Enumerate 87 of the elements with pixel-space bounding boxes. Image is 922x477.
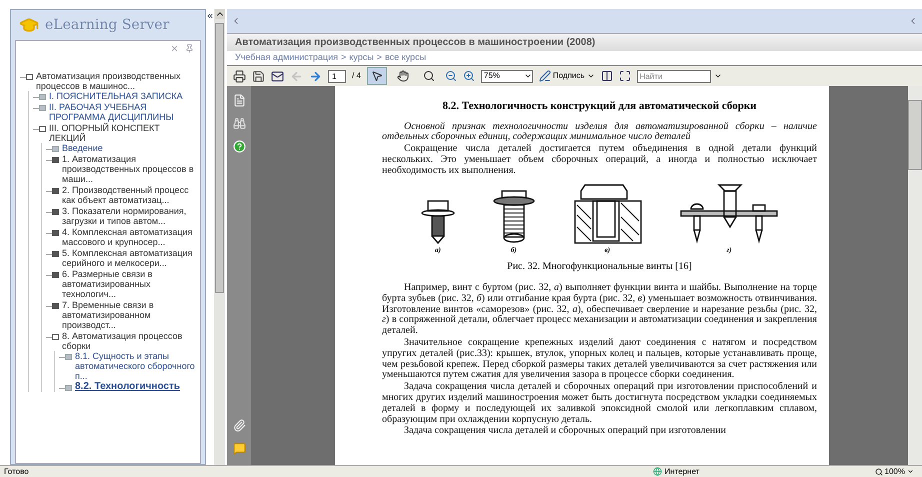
- hand-icon: [396, 70, 409, 82]
- tree-line: [59, 357, 65, 358]
- magnifier-icon: [874, 468, 883, 476]
- document-paragraph: Сокращение числа деталей достигается путем объединения в одной детали функций нескольких. Это уменьшает объем сборочных операций, а иногда и полностью исключает необходимость их выполнения.: [382, 144, 817, 176]
- tree-item[interactable]: 2. Производственный процесс как объект автоматизац...: [62, 185, 198, 205]
- tree-line: [46, 212, 52, 213]
- scrollbar-thumb[interactable]: [215, 23, 224, 293]
- collapse-panel-icon[interactable]: [206, 12, 214, 20]
- course-title: Автоматизация производственных процессов в машиностроении (2008): [235, 36, 596, 50]
- dropdown-caret-icon[interactable]: [714, 72, 722, 80]
- breadcrumb-link[interactable]: все курсы: [384, 51, 426, 65]
- comments-icon[interactable]: [232, 442, 246, 455]
- security-zone: Интернет: [664, 466, 700, 477]
- breadcrumb-separator: >: [376, 51, 382, 64]
- tree-item[interactable]: Автоматизация производственных процессов в машинос...: [36, 71, 198, 91]
- tree-line: [20, 77, 26, 78]
- tree-line: [46, 275, 52, 276]
- figure-caption: Рис. 32. Многофункциональные винты [16]: [506, 260, 693, 274]
- pin-icon[interactable]: [185, 44, 194, 53]
- tree-line: [46, 306, 52, 307]
- tree-item[interactable]: 1. Автоматизация производственных процессов в маши...: [62, 154, 198, 184]
- pages-icon[interactable]: [232, 94, 246, 107]
- forward-arrow-icon[interactable]: [309, 70, 322, 82]
- document-paragraph: Задача сокращения числа деталей и сборочных операций при изготовлении: [403, 426, 727, 438]
- tree-item[interactable]: 4. Комплексная автоматизация массового и крупносер...: [62, 227, 198, 247]
- scroll-up-icon[interactable]: [214, 9, 224, 19]
- fit-width-icon[interactable]: [600, 70, 613, 82]
- tree-item[interactable]: III. ОПОРНЫЙ КОНСПЕКТ ЛЕКЦИЙ: [49, 123, 198, 143]
- tree-line: [46, 160, 52, 161]
- document-paragraph: Задача сокращения числа деталей и сборочных операций при изготовлении приспособлений и многих других изделий машиностроения может быть достигнута посредством укладки соединяемых деталей в форму и последующей их заливкой эпоксидной смолой или легкоплавким сплавом, образующим при охлаждении корпусную деталь.: [382, 382, 817, 426]
- save-icon[interactable]: [252, 70, 265, 82]
- zoom-level-button[interactable]: 100%: [874, 466, 918, 477]
- tree-line: [33, 129, 39, 130]
- paperclip-icon[interactable]: [232, 419, 246, 432]
- tree-item[interactable]: 3. Показатели нормирования, загрузки и типов автом...: [62, 206, 198, 226]
- pen-icon: [538, 70, 551, 82]
- tree-item[interactable]: I. ПОЯСНИТЕЛЬНАЯ ЗАПИСКА: [49, 91, 183, 101]
- tree-line: [33, 97, 39, 98]
- tree-line: [46, 337, 52, 338]
- tree-item[interactable]: 8. Автоматизация процессов сборки: [62, 331, 198, 351]
- scrollbar-thumb[interactable]: [908, 100, 922, 170]
- sign-button[interactable]: Подпись: [538, 70, 595, 82]
- globe-icon: [652, 467, 662, 476]
- tree-line: [46, 254, 52, 255]
- scrollbar[interactable]: [214, 9, 225, 465]
- help-icon[interactable]: [232, 140, 246, 153]
- zoom-out-icon[interactable]: [444, 70, 457, 82]
- search-field[interactable]: Найти: [636, 70, 711, 82]
- fit-page-icon[interactable]: [618, 70, 631, 82]
- binoculars-icon[interactable]: [232, 117, 246, 130]
- page-count: / 4: [352, 70, 361, 82]
- select-tool-button[interactable]: [366, 67, 387, 85]
- tree-line: [59, 388, 65, 389]
- zoom-in-icon[interactable]: [462, 70, 475, 82]
- tree-item[interactable]: 8.2. Технологичность: [75, 382, 180, 392]
- breadcrumb-link[interactable]: Учебная администрация: [235, 51, 338, 65]
- bolt-drawing: [420, 199, 456, 246]
- dropdown-caret-icon: [907, 468, 914, 475]
- document-paragraph: Например, винт с буртом (рис. 32, а) выполняет функции винта и шайбы. Выполнение на торце бурта зубьев (рис. 32, б) или отгибание края бурта (рис. 32, в) уменьшает возможность отвинчивания. Изготовление винтов «саморезов» (рис. 32, а), обеспечивает сверление и нарезание резьбы (рис. 32, г) в сопряженной детали, облегчает процесс механизации и автоматизации соединения и закрепления деталей.: [382, 282, 817, 337]
- dropdown-caret-icon: [586, 72, 595, 80]
- scrollbar[interactable]: [908, 86, 922, 465]
- page-number-field[interactable]: 1: [328, 70, 346, 82]
- document-paragraph: Значительное сокращение крепежных изделий дают соединения с натягом и посредством упругих деталей (рис.33): крышек, втулок, упорных колец и пальцев, которые устанавливать проще, чем резьбовой крепеж. Перед сборкой размеры таких деталей увеличиваются за счет растяжения или уменьшаются путем сжатия для увеличения зазора в процессе сборки соединения.: [382, 338, 817, 382]
- tree-item[interactable]: 7. Временные связи в автоматизированном производст...: [62, 300, 198, 330]
- logo-text: eLearning Server: [45, 16, 170, 34]
- text-cursor-icon: [370, 70, 383, 82]
- tree-line: [46, 233, 52, 234]
- print-icon[interactable]: [233, 70, 246, 82]
- tree-line: [46, 191, 52, 192]
- status-text: Готово: [4, 466, 29, 477]
- tree-item[interactable]: 6. Размерные связи в автоматизированных технологич...: [62, 269, 198, 299]
- tree-item[interactable]: 8.1. Сущность и этапы автоматического сборочного п...: [75, 351, 198, 381]
- breadcrumb-separator: >: [340, 51, 346, 64]
- bolt-drawing: [492, 189, 536, 246]
- magnifier-icon: [422, 70, 435, 82]
- zoom-dropdown[interactable]: 75%: [480, 70, 533, 82]
- tree-line: [33, 108, 39, 109]
- document-paragraph: Основной признак технологичности изделия для автоматизированной сборки – наличие отдельных сборочных единиц, содержащих минимальное число деталей: [382, 122, 817, 144]
- tree-item[interactable]: II. РАБОЧАЯ УЧЕБНАЯ ПРОГРАММА ДИСЦИПЛИНЫ: [49, 102, 198, 122]
- tree-item[interactable]: Введение: [62, 143, 103, 153]
- tree-line: [46, 149, 52, 150]
- tree-item[interactable]: 5. Комплексная автоматизация серийного и мелкосери...: [62, 248, 198, 268]
- document-heading: 8.2. Технологичность конструкций для автоматической сборки: [441, 99, 758, 114]
- dropdown-caret-icon: [524, 72, 532, 80]
- mail-icon[interactable]: [271, 70, 284, 82]
- close-icon[interactable]: [170, 44, 179, 53]
- breadcrumb-link[interactable]: курсы: [349, 51, 374, 65]
